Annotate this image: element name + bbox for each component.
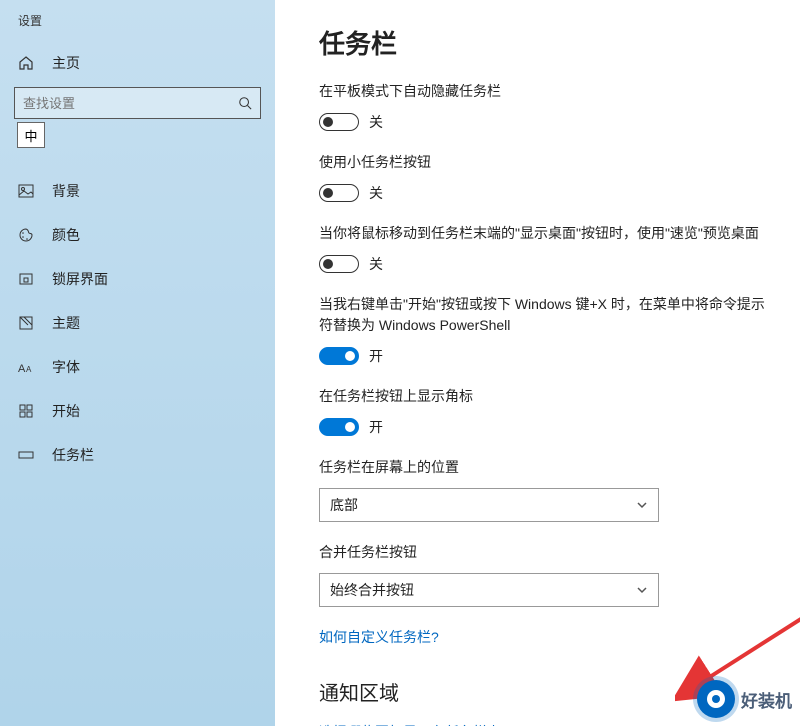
search-input-wrap[interactable]: 中 xyxy=(14,87,261,119)
sidebar-item-themes[interactable]: 主题 xyxy=(0,301,275,345)
picture-icon xyxy=(18,183,34,199)
toggle-state: 开 xyxy=(369,417,383,437)
dropdown-value: 始终合并按钮 xyxy=(330,580,414,600)
search-input[interactable] xyxy=(23,96,238,111)
setting-label: 在任务栏按钮上显示角标 xyxy=(319,386,772,407)
setting-label: 使用小任务栏按钮 xyxy=(319,152,772,173)
dropdown-position[interactable]: 底部 xyxy=(319,488,659,522)
toggle-state: 关 xyxy=(369,254,383,274)
watermark-text: 好装机 xyxy=(741,687,792,712)
sidebar-item-start[interactable]: 开始 xyxy=(0,389,275,433)
watermark: 好装机 xyxy=(697,680,792,718)
home-label: 主页 xyxy=(52,53,80,73)
lockscreen-icon xyxy=(18,271,34,287)
ime-indicator: 中 xyxy=(17,122,45,148)
setting-badges: 在任务栏按钮上显示角标 开 xyxy=(319,386,772,437)
setting-combine: 合并任务栏按钮 始终合并按钮 xyxy=(319,542,772,607)
sidebar-item-label: 背景 xyxy=(52,181,80,201)
chevron-down-icon xyxy=(636,584,648,596)
toggle-badges[interactable] xyxy=(319,418,359,436)
toggle-state: 关 xyxy=(369,112,383,132)
toggle-powershell[interactable] xyxy=(319,347,359,365)
toggle-state: 关 xyxy=(369,183,383,203)
sidebar-item-label: 任务栏 xyxy=(52,445,94,465)
theme-icon xyxy=(18,315,34,331)
sidebar-item-colors[interactable]: 颜色 xyxy=(0,213,275,257)
chevron-down-icon xyxy=(636,499,648,511)
toggle-state: 开 xyxy=(369,346,383,366)
font-icon: AA xyxy=(18,359,34,375)
sidebar-item-taskbar[interactable]: 任务栏 xyxy=(0,433,275,477)
sidebar: 设置 主页 中 背景 颜色 锁屏界面 主题 xyxy=(0,0,275,726)
sidebar-item-lockscreen[interactable]: 锁屏界面 xyxy=(0,257,275,301)
dropdown-value: 底部 xyxy=(330,495,358,515)
palette-icon xyxy=(18,227,34,243)
setting-peek: 当你将鼠标移动到任务栏末端的"显示桌面"按钮时，使用"速览"预览桌面 关 xyxy=(319,223,772,274)
main-content: 任务栏 在平板模式下自动隐藏任务栏 关 使用小任务栏按钮 关 当你将鼠标移动到任… xyxy=(275,0,800,726)
sidebar-item-label: 开始 xyxy=(52,401,80,421)
setting-tablet-hide: 在平板模式下自动隐藏任务栏 关 xyxy=(319,81,772,132)
link-customize-taskbar[interactable]: 如何自定义任务栏? xyxy=(319,627,772,647)
setting-label: 合并任务栏按钮 xyxy=(319,542,772,563)
watermark-logo-icon xyxy=(697,680,735,718)
sidebar-item-label: 锁屏界面 xyxy=(52,269,108,289)
sidebar-item-label: 颜色 xyxy=(52,225,80,245)
sidebar-item-background[interactable]: 背景 xyxy=(0,169,275,213)
setting-position: 任务栏在屏幕上的位置 底部 xyxy=(319,457,772,522)
setting-label: 任务栏在屏幕上的位置 xyxy=(319,457,772,478)
link-select-icons[interactable]: 选择哪些图标显示在任务栏上 xyxy=(319,722,772,726)
start-icon xyxy=(18,403,34,419)
setting-powershell: 当我右键单击"开始"按钮或按下 Windows 键+X 时，在菜单中将命令提示符… xyxy=(319,294,772,366)
sidebar-item-label: 主题 xyxy=(52,313,80,333)
dropdown-combine[interactable]: 始终合并按钮 xyxy=(319,573,659,607)
svg-text:A: A xyxy=(26,365,32,374)
taskbar-icon xyxy=(18,447,34,463)
toggle-small-buttons[interactable] xyxy=(319,184,359,202)
home-link[interactable]: 主页 xyxy=(0,43,275,87)
sidebar-item-label: 字体 xyxy=(52,357,80,377)
page-title: 任务栏 xyxy=(319,24,772,61)
setting-label: 在平板模式下自动隐藏任务栏 xyxy=(319,81,772,102)
svg-text:A: A xyxy=(18,363,26,375)
app-title: 设置 xyxy=(0,8,275,43)
setting-label: 当你将鼠标移动到任务栏末端的"显示桌面"按钮时，使用"速览"预览桌面 xyxy=(319,223,772,244)
toggle-tablet-hide[interactable] xyxy=(319,113,359,131)
setting-label: 当我右键单击"开始"按钮或按下 Windows 键+X 时，在菜单中将命令提示符… xyxy=(319,294,772,336)
search-icon xyxy=(238,96,252,110)
sidebar-item-fonts[interactable]: AA 字体 xyxy=(0,345,275,389)
setting-small-buttons: 使用小任务栏按钮 关 xyxy=(319,152,772,203)
home-icon xyxy=(18,55,34,71)
toggle-peek[interactable] xyxy=(319,255,359,273)
